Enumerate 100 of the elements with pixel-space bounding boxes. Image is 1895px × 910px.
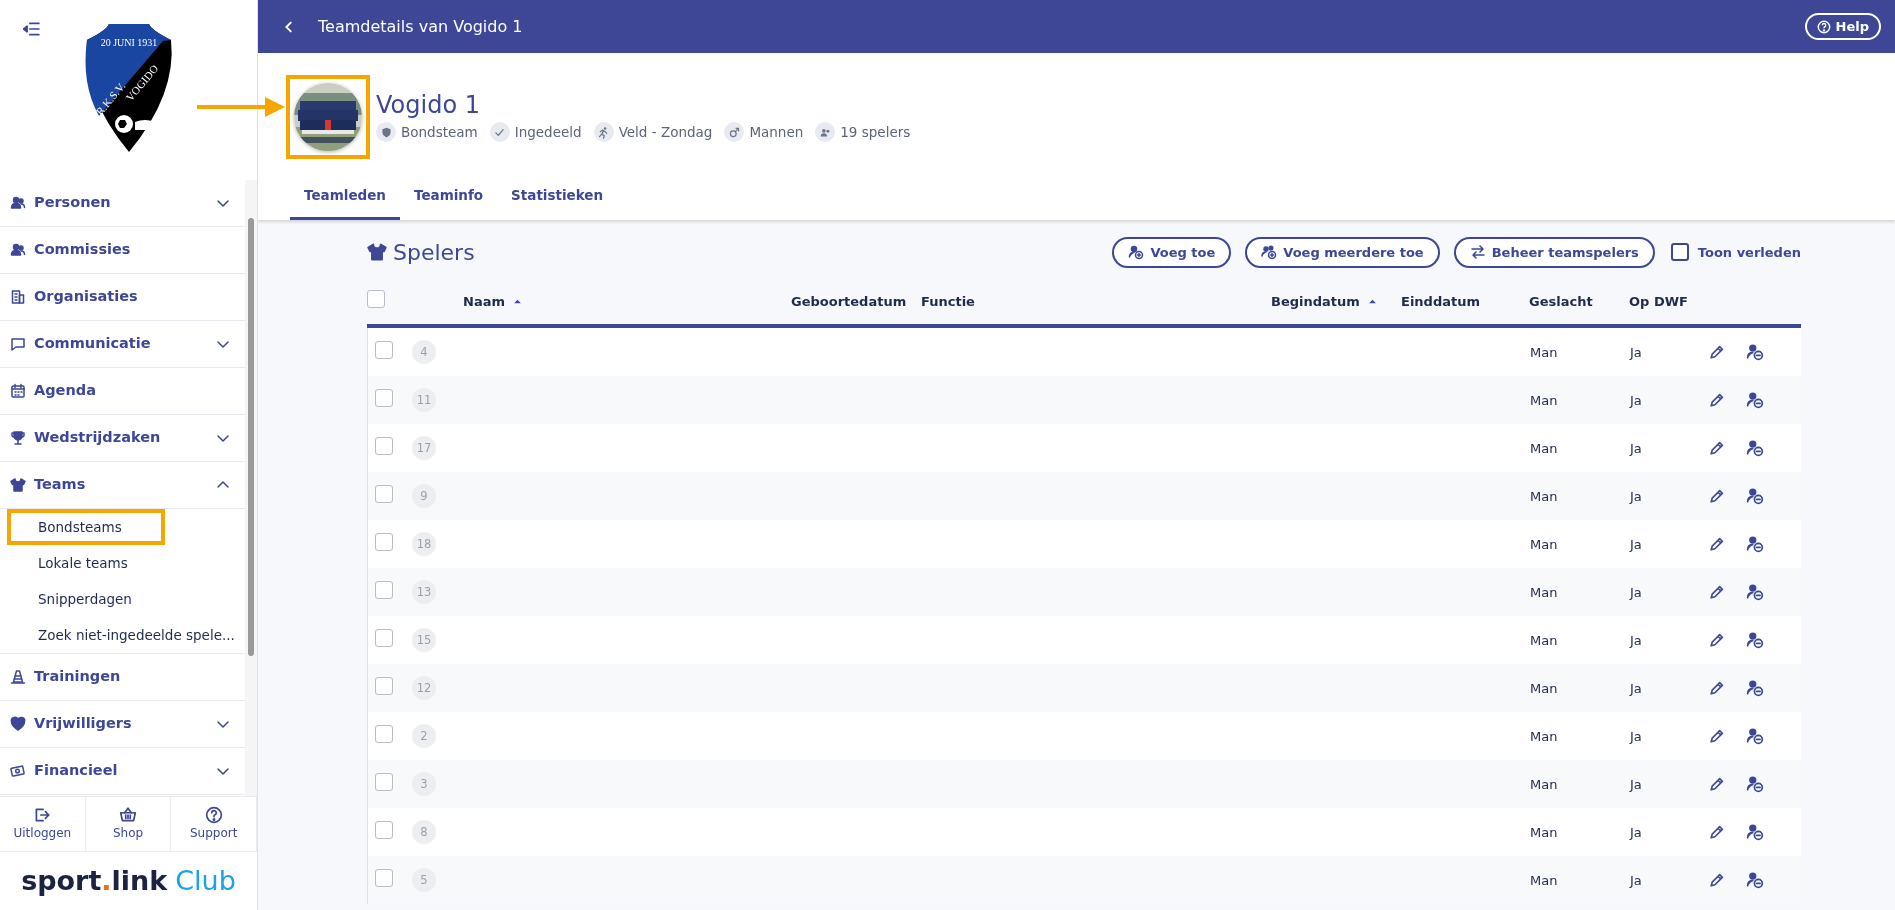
- row-checkbox[interactable]: [374, 484, 393, 503]
- table-cell: Ja: [1630, 440, 1642, 456]
- people-icon: [10, 195, 26, 211]
- building-icon: [10, 289, 26, 305]
- team-name: Vogido 1: [376, 91, 481, 119]
- footer-action-button[interactable]: Shop: [85, 797, 172, 851]
- heart-icon: [10, 716, 26, 732]
- remove-player-button[interactable]: [1746, 343, 1766, 362]
- remove-person-icon: [1746, 727, 1764, 746]
- remove-person-icon: [1746, 679, 1764, 698]
- sidebar-subitem[interactable]: Lokale teams: [7, 545, 239, 581]
- row-checkbox[interactable]: [374, 820, 393, 839]
- tab[interactable]: Statistieken: [497, 177, 618, 221]
- remove-player-button[interactable]: [1746, 631, 1766, 650]
- remove-player-button[interactable]: [1746, 535, 1766, 554]
- table-cell: Man: [1530, 536, 1558, 552]
- row-checkbox[interactable]: [374, 340, 393, 359]
- row-checkbox[interactable]: [374, 580, 393, 599]
- sidebar-item[interactable]: Vrijwilligers: [0, 701, 245, 748]
- select-all-checkbox[interactable]: [367, 289, 385, 308]
- table-cell: Man: [1530, 680, 1558, 696]
- remove-person-icon: [1746, 871, 1764, 890]
- row-checkbox[interactable]: [374, 868, 393, 887]
- footer-action-button[interactable]: Uitloggen: [0, 797, 86, 851]
- team-attribute: Bondsteam: [401, 123, 478, 143]
- row-checkbox[interactable]: [374, 388, 393, 407]
- pencil-icon: [1708, 727, 1725, 745]
- remove-player-button[interactable]: [1746, 487, 1766, 506]
- pencil-icon: [1708, 631, 1725, 649]
- banknote-icon: [10, 763, 26, 779]
- checkbox[interactable]: [1670, 243, 1689, 262]
- trophy-icon: [10, 430, 26, 446]
- pencil-icon: [1708, 343, 1725, 361]
- remove-player-button[interactable]: [1746, 823, 1766, 842]
- row-checkbox[interactable]: [374, 772, 393, 791]
- row-checkbox[interactable]: [374, 532, 393, 551]
- logout-icon: [33, 806, 52, 824]
- sidebar-item[interactable]: Teams: [0, 462, 245, 509]
- shirt-number: 13: [412, 580, 436, 605]
- column-header[interactable]: Einddatum: [1401, 291, 1480, 311]
- row-checkbox[interactable]: [374, 628, 393, 647]
- pencil-icon: [1708, 487, 1725, 505]
- calendar-icon: [10, 383, 26, 399]
- pencil-icon: [1708, 871, 1725, 889]
- shirt-icon: [367, 242, 387, 263]
- help-button[interactable]: Help: [1804, 12, 1881, 41]
- row-checkbox[interactable]: [374, 676, 393, 695]
- column-header[interactable]: Geboortedatum: [791, 291, 907, 311]
- team-attribute: Ingedeeld: [514, 123, 582, 143]
- scrollbar[interactable]: [245, 180, 257, 796]
- remove-player-button[interactable]: [1746, 679, 1766, 698]
- table-cell: Man: [1530, 392, 1558, 408]
- remove-player-button[interactable]: [1746, 391, 1766, 410]
- pencil-icon: [1708, 679, 1725, 697]
- table-cell: Ja: [1630, 728, 1642, 744]
- team-attribute: Veld - Zondag: [618, 123, 713, 143]
- column-header[interactable]: Naam: [463, 291, 505, 311]
- table-cell: Ja: [1630, 392, 1642, 408]
- sidebar-subitem[interactable]: Bondsteams: [7, 509, 165, 545]
- remove-player-button[interactable]: [1746, 439, 1766, 458]
- action-button[interactable]: Voeg toe: [1112, 236, 1232, 268]
- row-checkbox[interactable]: [374, 724, 393, 743]
- column-header[interactable]: Geslacht: [1529, 291, 1593, 311]
- shirt-icon: [10, 477, 26, 493]
- column-header[interactable]: Op DWF: [1629, 291, 1688, 311]
- shirt-number: 5: [412, 868, 436, 893]
- action-button[interactable]: Voeg meerdere toe: [1245, 236, 1440, 268]
- row-checkbox[interactable]: [374, 436, 393, 455]
- table-cell: Ja: [1630, 680, 1642, 696]
- column-header[interactable]: Functie: [921, 291, 975, 311]
- remove-person-icon: [1746, 343, 1764, 362]
- pencil-icon: [1708, 583, 1725, 601]
- remove-person-icon: [1746, 535, 1764, 554]
- remove-player-button[interactable]: [1746, 727, 1766, 746]
- remove-player-button[interactable]: [1746, 871, 1766, 890]
- footer-action-button[interactable]: Support: [171, 797, 257, 851]
- table-cell: Man: [1530, 728, 1558, 744]
- action-button[interactable]: Beheer teamspelers: [1453, 236, 1655, 268]
- section-title: Spelers: [393, 238, 476, 267]
- remove-player-button[interactable]: [1746, 583, 1766, 602]
- shirt-number: 2: [412, 724, 436, 749]
- shirt-number: 17: [412, 436, 436, 461]
- shirt-number: 9: [412, 484, 436, 509]
- column-header[interactable]: Begindatum: [1271, 291, 1360, 311]
- remove-person-icon: [1746, 631, 1764, 650]
- remove-person-icon: [1746, 391, 1764, 410]
- tab[interactable]: Teamleden: [290, 177, 400, 221]
- swap-arrows-icon: [1469, 244, 1486, 261]
- pencil-icon: [1708, 775, 1725, 793]
- table-cell: Ja: [1630, 344, 1642, 360]
- sidebar-subitem[interactable]: Snipperdagen: [7, 581, 239, 617]
- sidebar-subitem[interactable]: Zoek niet-ingedeelde spele...: [7, 617, 239, 653]
- table-cell: Man: [1530, 824, 1558, 840]
- tab[interactable]: Teaminfo: [399, 177, 498, 221]
- remove-player-button[interactable]: [1746, 775, 1766, 794]
- shield-icon: [379, 125, 393, 139]
- basket-icon: [119, 806, 137, 824]
- checkbox-label: Toon verleden: [1697, 243, 1801, 262]
- help-icon: [1816, 19, 1831, 34]
- pencil-icon: [1708, 535, 1725, 553]
